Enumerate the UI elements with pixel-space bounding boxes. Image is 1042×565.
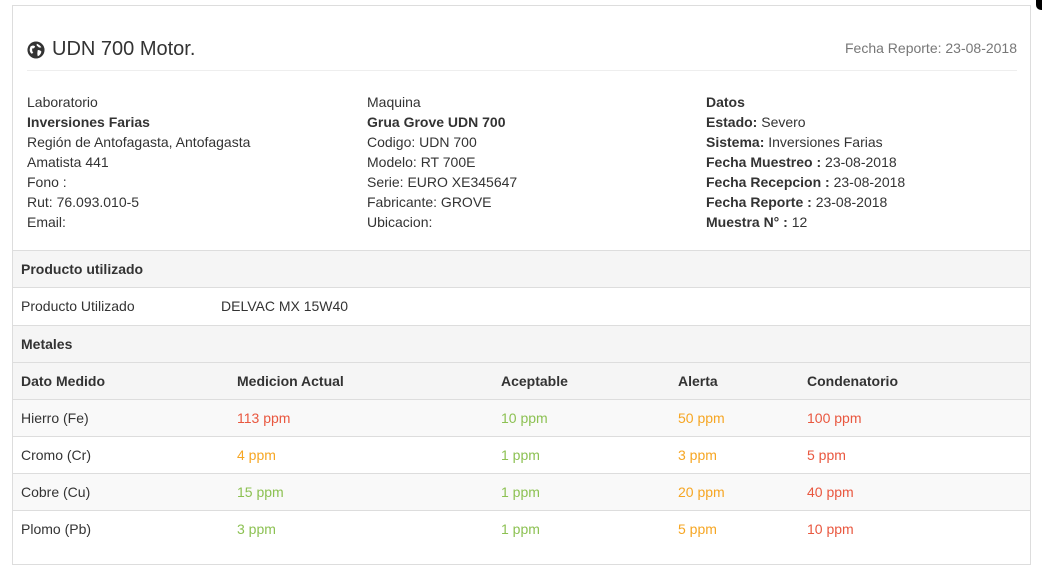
muestreo-line: Fecha Muestreo : 23-08-2018 (706, 152, 905, 172)
table-row: Cromo (Cr) 4 ppm 1 ppm 3 ppm 5 ppm (13, 436, 1030, 474)
metal-aceptable: 1 ppm (493, 473, 670, 511)
metal-condenatorio: 5 ppm (799, 436, 1030, 474)
producto-row-value: DELVAC MX 15W40 (213, 287, 1030, 324)
sistema-value: Inversiones Farias (764, 134, 883, 150)
metal-alerta: 5 ppm (670, 510, 799, 547)
producto-row: Producto Utilizado DELVAC MX 15W40 (13, 287, 1030, 324)
metales-table: Metales Dato Medido Medicion Actual Acep… (13, 325, 1030, 547)
column-header-alerta: Alerta (670, 362, 799, 400)
metal-alerta: 3 ppm (670, 436, 799, 474)
laboratory-region: Región de Antofagasta, Antofagasta (27, 134, 251, 150)
metal-name: Cobre (Cu) (13, 473, 229, 511)
metal-name: Cromo (Cr) (13, 436, 229, 474)
muestra-value: 12 (787, 214, 808, 230)
globe-icon (27, 40, 45, 59)
reporte-label: Fecha Reporte : (706, 194, 812, 210)
estado-line: Estado: Severo (706, 112, 905, 132)
metal-actual: 113 ppm (229, 399, 493, 437)
machine-modelo: Modelo: RT 700E (367, 154, 476, 170)
metal-alerta: 50 ppm (670, 399, 799, 437)
muestra-label: Muestra N° : (706, 214, 788, 230)
metales-section-header: Metales (13, 325, 1030, 363)
machine-serie: Serie: EURO XE345647 (367, 174, 518, 190)
recepcion-line: Fecha Recepcion : 23-08-2018 (706, 172, 905, 192)
column-header-actual: Medicion Actual (229, 362, 493, 400)
metal-aceptable: 10 ppm (493, 399, 670, 437)
sistema-line: Sistema: Inversiones Farias (706, 132, 905, 152)
table-row: Hierro (Fe) 113 ppm 10 ppm 50 ppm 100 pp… (13, 399, 1030, 437)
table-row: Plomo (Pb) 3 ppm 1 ppm 5 ppm 10 ppm (13, 510, 1030, 547)
datos-label: Datos (706, 94, 745, 110)
column-header-aceptable: Aceptable (493, 362, 670, 400)
datos-info: Datos Estado: Severo Sistema: Inversione… (706, 92, 905, 232)
metal-name: Plomo (Pb) (13, 510, 229, 547)
laboratory-email: Email: (27, 214, 66, 230)
metal-actual: 4 ppm (229, 436, 493, 474)
window-corner-mark (1036, 0, 1042, 10)
laboratory-name: Inversiones Farias (27, 114, 150, 130)
producto-table: Producto utilizado Producto Utilizado DE… (13, 250, 1030, 324)
metales-section-title: Metales (13, 325, 1030, 363)
laboratory-phone: Fono : (27, 174, 67, 190)
metal-alerta: 20 ppm (670, 473, 799, 511)
laboratory-rut: Rut: 76.093.010-5 (27, 194, 140, 210)
laboratory-info: Laboratorio Inversiones Farias Región de… (27, 92, 250, 232)
metal-aceptable: 1 ppm (493, 510, 670, 547)
metales-column-headers: Dato Medido Medicion Actual Aceptable Al… (13, 362, 1030, 400)
producto-section-header: Producto utilizado (13, 250, 1030, 288)
reporte-line: Fecha Reporte : 23-08-2018 (706, 192, 905, 212)
muestra-line: Muestra N° : 12 (706, 212, 905, 232)
column-header-dato: Dato Medido (13, 362, 229, 400)
machine-label: Maquina (367, 94, 421, 110)
recepcion-label: Fecha Recepcion : (706, 174, 830, 190)
machine-info: Maquina Grua Grove UDN 700 Codigo: UDN 7… (367, 92, 517, 232)
machine-name: Grua Grove UDN 700 (367, 114, 506, 130)
column-header-condenatorio: Condenatorio (799, 362, 1030, 400)
table-row: Cobre (Cu) 15 ppm 1 ppm 20 ppm 40 ppm (13, 473, 1030, 511)
metal-condenatorio: 40 ppm (799, 473, 1030, 511)
metal-condenatorio: 100 ppm (799, 399, 1030, 437)
muestreo-value: 23-08-2018 (821, 154, 897, 170)
laboratory-address: Amatista 441 (27, 154, 109, 170)
estado-label: Estado: (706, 114, 758, 130)
metal-actual: 3 ppm (229, 510, 493, 547)
producto-section-title: Producto utilizado (13, 250, 1030, 288)
recepcion-value: 23-08-2018 (829, 174, 906, 190)
metal-aceptable: 1 ppm (493, 436, 670, 474)
report-date: Fecha Reporte: 23-08-2018 (845, 40, 1017, 56)
page-title: UDN 700 Motor. (27, 37, 195, 61)
title-text: UDN 700 Motor. (52, 38, 196, 60)
reporte-value: 23-08-2018 (811, 194, 888, 210)
sistema-label: Sistema: (706, 134, 765, 150)
laboratory-label: Laboratorio (27, 94, 98, 110)
estado-value: Severo (757, 114, 806, 130)
machine-ubicacion: Ubicacion: (367, 214, 433, 230)
producto-row-label: Producto Utilizado (13, 287, 213, 324)
muestreo-label: Fecha Muestreo : (706, 154, 822, 170)
metal-actual: 15 ppm (229, 473, 493, 511)
machine-codigo: Codigo: UDN 700 (367, 134, 477, 150)
metal-condenatorio: 10 ppm (799, 510, 1030, 547)
report-panel: UDN 700 Motor. Fecha Reporte: 23-08-2018… (12, 5, 1031, 565)
machine-fabricante: Fabricante: GROVE (367, 194, 492, 210)
report-header: UDN 700 Motor. Fecha Reporte: 23-08-2018 (27, 6, 1017, 71)
metal-name: Hierro (Fe) (13, 399, 229, 437)
